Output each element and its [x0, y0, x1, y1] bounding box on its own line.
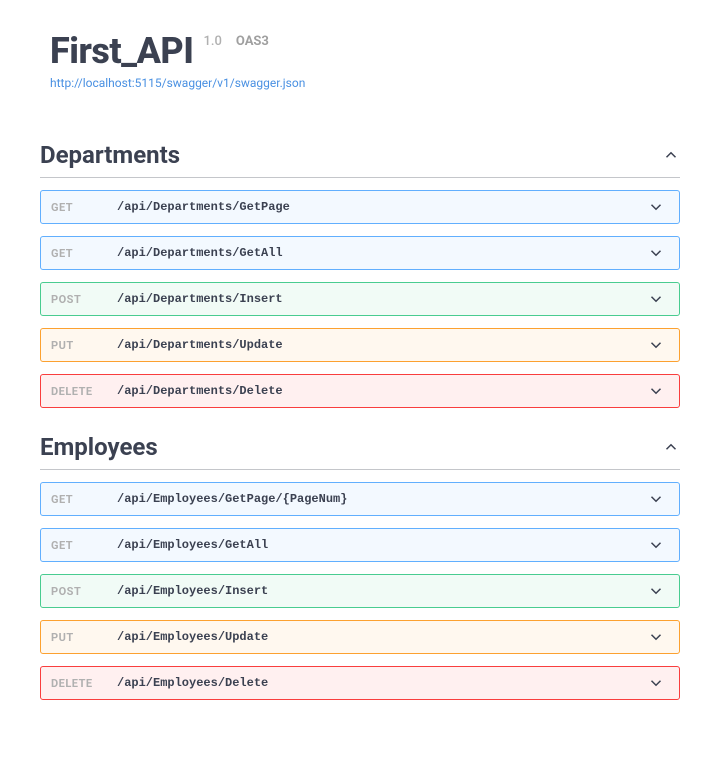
chevron-down-icon — [647, 382, 665, 400]
method-badge: DELETE — [51, 385, 107, 398]
tag-header-employees[interactable]: Employees — [40, 433, 680, 470]
operation-path: /api/Departments/GetPage — [117, 200, 647, 214]
chevron-down-icon — [647, 490, 665, 508]
operation-row[interactable]: GET /api/Departments/GetAll — [40, 236, 680, 270]
operation-row[interactable]: POST /api/Departments/Insert — [40, 282, 680, 316]
method-badge: GET — [51, 247, 107, 260]
api-oas-badge: OAS3 — [236, 34, 269, 49]
operation-row[interactable]: DELETE /api/Departments/Delete — [40, 374, 680, 408]
chevron-down-icon — [647, 290, 665, 308]
api-header: First_API 1.0 OAS3 http://localhost:5115… — [40, 30, 680, 91]
operation-row[interactable]: DELETE /api/Employees/Delete — [40, 666, 680, 700]
method-badge: PUT — [51, 339, 107, 352]
operation-row[interactable]: PUT /api/Employees/Update — [40, 620, 680, 654]
operation-path: /api/Departments/Update — [117, 338, 647, 352]
operation-path: /api/Employees/Update — [117, 630, 647, 644]
operation-path: /api/Departments/Insert — [117, 292, 647, 306]
chevron-down-icon — [647, 244, 665, 262]
operation-path: /api/Employees/Insert — [117, 584, 647, 598]
operation-row[interactable]: GET /api/Employees/GetAll — [40, 528, 680, 562]
chevron-down-icon — [647, 336, 665, 354]
operation-row[interactable]: GET /api/Employees/GetPage/{PageNum} — [40, 482, 680, 516]
chevron-down-icon — [647, 674, 665, 692]
operation-path: /api/Departments/Delete — [117, 384, 647, 398]
api-version: 1.0 — [203, 34, 221, 49]
operation-row[interactable]: GET /api/Departments/GetPage — [40, 190, 680, 224]
operation-row[interactable]: POST /api/Employees/Insert — [40, 574, 680, 608]
operation-path: /api/Employees/GetAll — [117, 538, 647, 552]
spec-url-link[interactable]: http://localhost:5115/swagger/v1/swagger… — [50, 76, 305, 90]
method-badge: DELETE — [51, 677, 107, 690]
tag-name: Employees — [40, 433, 158, 461]
method-badge: POST — [51, 293, 107, 306]
method-badge: GET — [51, 201, 107, 214]
operation-path: /api/Departments/GetAll — [117, 246, 647, 260]
method-badge: GET — [51, 493, 107, 506]
chevron-down-icon — [647, 198, 665, 216]
tag-header-departments[interactable]: Departments — [40, 141, 680, 178]
chevron-down-icon — [647, 628, 665, 646]
title-row: First_API 1.0 OAS3 — [50, 30, 680, 72]
tag-name: Departments — [40, 141, 180, 169]
chevron-down-icon — [647, 536, 665, 554]
tag-section-employees: Employees GET /api/Employees/GetPage/{Pa… — [40, 433, 680, 700]
chevron-up-icon — [662, 146, 680, 164]
method-badge: POST — [51, 585, 107, 598]
api-title: First_API — [50, 30, 193, 72]
method-badge: PUT — [51, 631, 107, 644]
operation-path: /api/Employees/GetPage/{PageNum} — [117, 492, 647, 506]
operation-row[interactable]: PUT /api/Departments/Update — [40, 328, 680, 362]
tag-section-departments: Departments GET /api/Departments/GetPage… — [40, 141, 680, 408]
method-badge: GET — [51, 539, 107, 552]
operation-path: /api/Employees/Delete — [117, 676, 647, 690]
chevron-down-icon — [647, 582, 665, 600]
chevron-up-icon — [662, 438, 680, 456]
